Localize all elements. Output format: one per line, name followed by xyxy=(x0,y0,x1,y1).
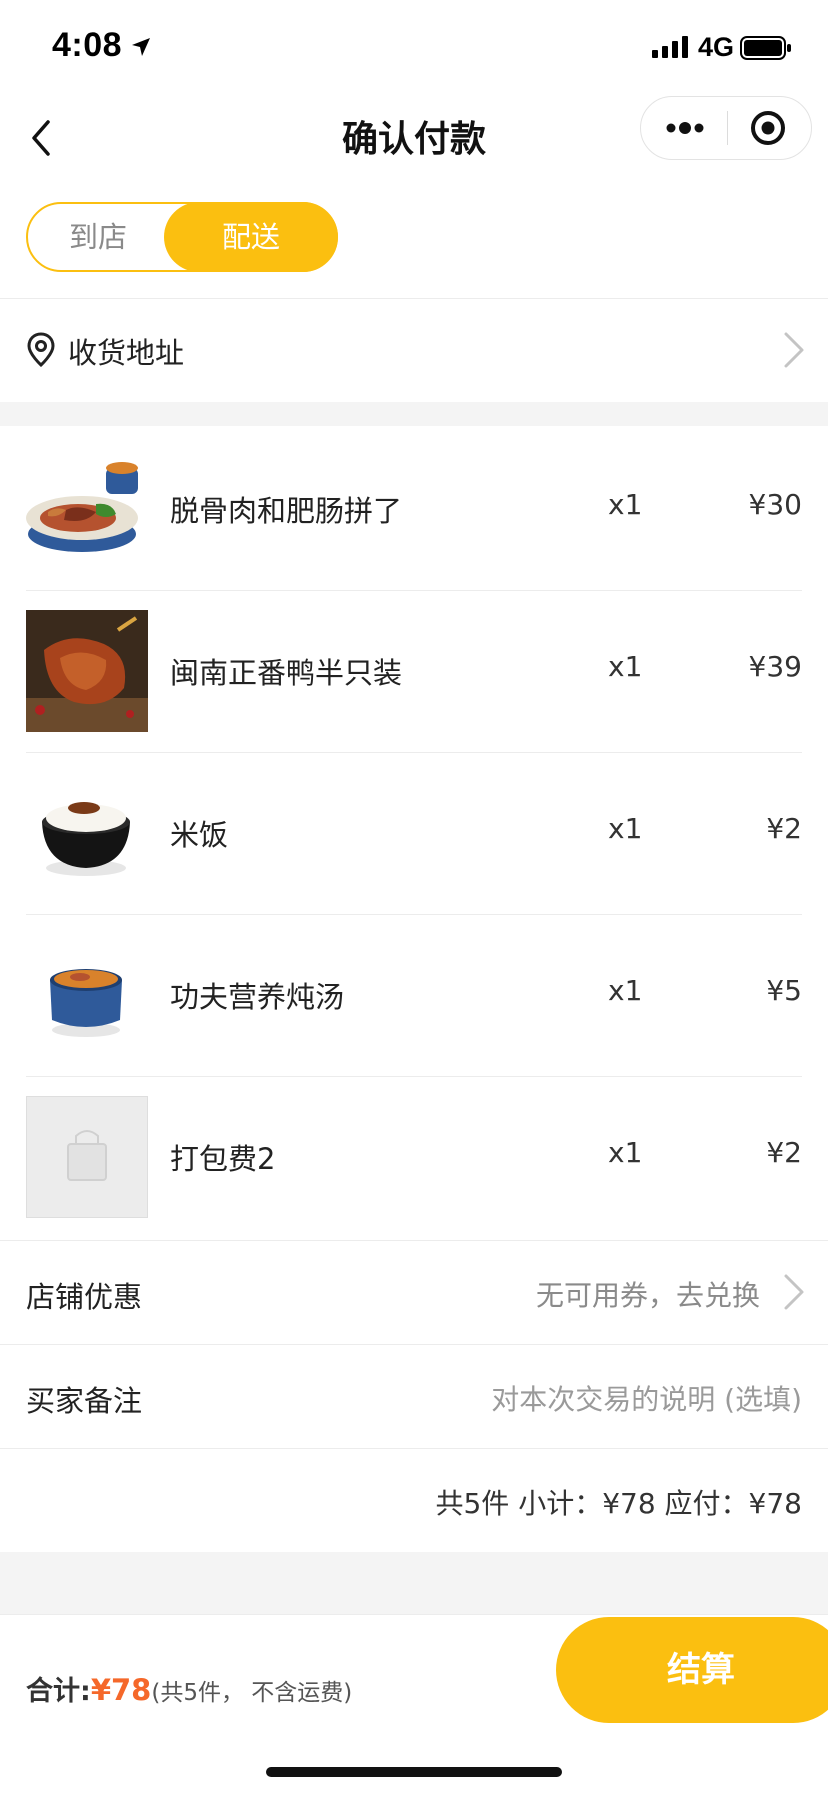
section-gap xyxy=(0,402,828,426)
store-discount-label: 店铺优惠 xyxy=(26,1280,143,1314)
address-row[interactable]: 收货地址 xyxy=(0,300,828,402)
target-icon xyxy=(751,111,785,145)
buyer-note-row: 买家备注 对本次交易的说明 (选填) xyxy=(0,1344,828,1448)
item-name: 打包费2 xyxy=(170,1142,276,1176)
item-price: ¥2 xyxy=(766,1136,802,1169)
address-label: 收货地址 xyxy=(68,336,185,370)
item-quantity: x1 xyxy=(608,650,643,683)
more-dots-icon xyxy=(666,122,704,134)
store-discount-value: 无可用券，去兑换 xyxy=(535,1279,760,1312)
item-name: 米饭 xyxy=(170,818,229,852)
item-price: ¥2 xyxy=(766,812,802,845)
total-amount: ¥78 xyxy=(90,1673,152,1707)
item-price: ¥39 xyxy=(748,650,802,683)
item-name: 功夫营养炖汤 xyxy=(170,980,345,1014)
item-name: 脱骨肉和肥肠拼了 xyxy=(170,494,403,528)
battery-icon xyxy=(740,36,792,64)
close-mini-program-button[interactable] xyxy=(728,97,812,159)
location-pin-icon xyxy=(26,332,56,372)
order-summary-row: 共5件 小计：¥78 应付：¥78 xyxy=(0,1448,828,1552)
total-note: (共5件， 不含运费) xyxy=(151,1680,353,1706)
status-time: 4:08 xyxy=(52,26,123,64)
item-quantity: x1 xyxy=(608,974,643,1007)
roast-duck-photo xyxy=(26,610,148,732)
status-bar: 4:08 4G xyxy=(0,0,828,88)
item-name: 闽南正番鸭半只装 xyxy=(170,656,403,690)
chevron-right-icon xyxy=(782,330,806,374)
order-item: 米饭 x1 ¥2 xyxy=(0,752,828,914)
home-indicator xyxy=(266,1767,562,1777)
section-gap xyxy=(0,1552,828,1614)
checkout-button[interactable]: 结算 xyxy=(556,1617,828,1723)
order-item: 打包费2 x1 ¥2 xyxy=(0,1076,828,1238)
more-button[interactable] xyxy=(641,97,727,159)
order-item: 脱骨肉和肥肠拼了 x1 ¥30 xyxy=(0,428,828,590)
item-quantity: x1 xyxy=(608,1136,643,1169)
tab-store-pickup[interactable]: 到店 xyxy=(28,204,168,270)
nav-bar: 确认付款 xyxy=(0,88,828,188)
order-item: 功夫营养炖汤 x1 ¥5 xyxy=(0,914,828,1076)
mini-program-capsule xyxy=(640,96,812,160)
item-quantity: x1 xyxy=(608,812,643,845)
mode-toggle: 到店 配送 xyxy=(26,202,338,272)
total-label: 合计: xyxy=(26,1676,91,1707)
store-discount-row[interactable]: 店铺优惠 无可用券，去兑换 xyxy=(0,1240,828,1344)
divider xyxy=(0,298,828,299)
item-quantity: x1 xyxy=(608,488,643,521)
buyer-note-input[interactable]: 对本次交易的说明 (选填) xyxy=(491,1378,802,1418)
location-arrow-icon xyxy=(130,36,152,62)
item-price: ¥5 xyxy=(766,974,802,1007)
cellular-signal-icon xyxy=(652,36,690,62)
bag-placeholder xyxy=(26,1096,148,1218)
duck-platter-photo xyxy=(26,448,148,570)
network-type: 4G xyxy=(698,32,735,62)
item-price: ¥30 xyxy=(748,488,802,521)
buyer-note-label: 买家备注 xyxy=(26,1384,143,1418)
chevron-right-icon xyxy=(782,1272,806,1316)
soup-pot-photo xyxy=(26,934,148,1056)
checkout-bar: 合计:¥78(共5件， 不含运费) 结算 xyxy=(0,1614,828,1793)
order-total: 合计:¥78(共5件， 不含运费) xyxy=(26,1669,352,1708)
tab-delivery[interactable]: 配送 xyxy=(164,202,338,272)
order-item: 闽南正番鸭半只装 x1 ¥39 xyxy=(0,590,828,752)
order-summary: 共5件 小计：¥78 应付：¥78 xyxy=(435,1487,802,1520)
rice-bowl-photo xyxy=(26,772,148,894)
